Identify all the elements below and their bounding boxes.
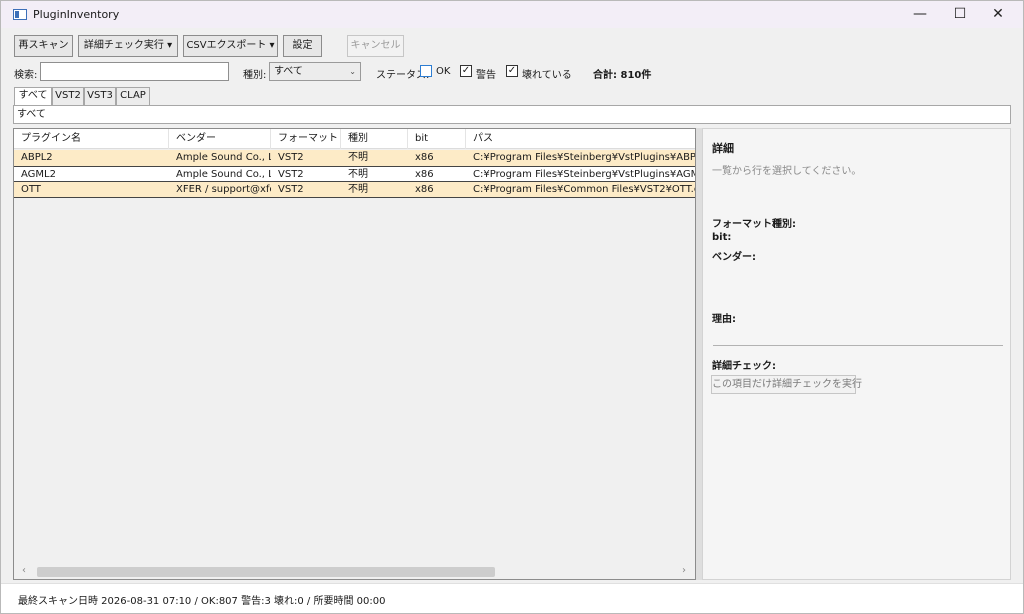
total-count: 合計: 810件	[593, 70, 652, 81]
settings-button[interactable]: 設定	[283, 35, 322, 57]
row-bit: x86	[415, 169, 434, 180]
broken-checkbox[interactable]: ✓	[506, 65, 518, 77]
ok-checkbox[interactable]	[420, 65, 432, 77]
app-window: PluginInventory — ☐ ✕ 再スキャン 詳細チェック実行 ▾ C…	[0, 0, 1024, 614]
detail-check-button[interactable]: 詳細チェック実行 ▾	[78, 35, 178, 57]
horizontal-scrollbar[interactable]: ‹ ›	[14, 564, 695, 579]
details-kind-label: 種別:	[772, 219, 796, 230]
run-item-check-button[interactable]: この項目だけ詳細チェックを実行	[711, 375, 862, 394]
details-panel: 詳細 一覧から行を選択してください。 フォーマット: 種別: bit: ベンダー…	[702, 128, 1011, 580]
cancel-button[interactable]: キャンセル	[347, 35, 404, 57]
title-bar[interactable]: PluginInventory — ☐ ✕	[1, 1, 1023, 28]
csv-export-button[interactable]: CSVエクスポート ▾	[183, 35, 278, 57]
tab-clap[interactable]: CLAP	[116, 87, 150, 105]
details-check-label: 詳細チェック:	[712, 361, 776, 372]
minimize-button[interactable]: —	[901, 1, 939, 28]
kind-select[interactable]: すべて ⌄	[269, 62, 361, 81]
row-bit: x86	[415, 152, 434, 163]
kind-select-value: すべて	[274, 66, 303, 77]
scroll-right-icon[interactable]: ›	[682, 565, 686, 576]
row-path: C:¥Program Files¥Steinberg¥VstPlugins¥AB…	[473, 152, 695, 163]
rescan-button[interactable]: 再スキャン	[14, 35, 73, 57]
row-path: C:¥Program Files¥Steinberg¥VstPlugins¥AG…	[473, 169, 695, 180]
status-text: 最終スキャン日時 2026-08-31 07:10 / OK:807 警告:3 …	[18, 596, 386, 607]
row-vendor: Ample Sound Co., Ltd	[176, 152, 271, 163]
tab-vst2[interactable]: VST2	[52, 87, 84, 105]
app-icon	[13, 9, 27, 20]
column-header-kind[interactable]: 種別	[341, 129, 408, 149]
column-header-name[interactable]: プラグイン名	[14, 129, 169, 149]
window-title: PluginInventory	[33, 8, 120, 21]
row-vendor: XFER / support@xfer	[176, 184, 271, 195]
table-row[interactable]: OTT XFER / support@xfer VST2 不明 x86 C:¥P…	[14, 182, 695, 198]
row-name: AGML2	[21, 169, 56, 180]
warning-checkbox[interactable]: ✓	[460, 65, 472, 77]
search-input[interactable]	[40, 62, 229, 81]
row-name: ABPL2	[21, 152, 53, 163]
row-name: OTT	[21, 184, 41, 195]
details-reason-label: 理由:	[712, 314, 736, 325]
column-header-vendor[interactable]: ベンダー	[169, 129, 271, 149]
row-path: C:¥Program Files¥Common Files¥VST2¥OTT.d…	[473, 184, 695, 195]
details-hint: 一覧から行を選択してください。	[712, 166, 862, 177]
row-format: VST2	[278, 169, 304, 180]
plugin-table[interactable]: プラグイン名 ベンダー フォーマット 種別 bit パス ABPL2 Ample…	[13, 128, 696, 580]
row-bit: x86	[415, 184, 434, 195]
column-header-bit[interactable]: bit	[408, 129, 466, 149]
row-kind: 不明	[348, 152, 368, 163]
ok-label: OK	[436, 66, 451, 77]
details-divider	[713, 345, 1003, 346]
scroll-left-icon[interactable]: ‹	[22, 565, 26, 576]
kind-label: 種別:	[243, 70, 267, 81]
tab-vst3[interactable]: VST3	[84, 87, 116, 105]
status-bar: 最終スキャン日時 2026-08-31 07:10 / OK:807 警告:3 …	[1, 583, 1023, 613]
details-vendor-label: ベンダー:	[712, 252, 756, 263]
table-header: プラグイン名 ベンダー フォーマット 種別 bit パス	[14, 129, 695, 149]
maximize-button[interactable]: ☐	[941, 1, 979, 28]
row-kind: 不明	[348, 184, 368, 195]
tab-all[interactable]: すべて	[14, 87, 52, 106]
chevron-down-icon: ⌄	[349, 67, 356, 76]
details-format-label: フォーマット:	[712, 219, 776, 230]
row-format: VST2	[278, 152, 304, 163]
column-header-path[interactable]: パス	[466, 129, 695, 149]
details-title: 詳細	[712, 142, 734, 155]
scrollbar-thumb[interactable]	[37, 567, 495, 577]
row-format: VST2	[278, 184, 304, 195]
table-row[interactable]: AGML2 Ample Sound Co., Ltd VST2 不明 x86 C…	[14, 166, 695, 182]
column-header-format[interactable]: フォーマット	[271, 129, 341, 149]
search-label: 検索:	[14, 70, 38, 81]
broken-label: 壊れている	[522, 70, 572, 81]
details-bit-label: bit:	[712, 232, 732, 243]
tab-filter-value[interactable]: すべて	[13, 105, 1011, 124]
table-row[interactable]: ABPL2 Ample Sound Co., Ltd VST2 不明 x86 C…	[14, 150, 695, 166]
row-kind: 不明	[348, 169, 368, 180]
row-vendor: Ample Sound Co., Ltd	[176, 169, 271, 180]
warning-label: 警告	[476, 70, 496, 81]
close-button[interactable]: ✕	[979, 1, 1017, 28]
